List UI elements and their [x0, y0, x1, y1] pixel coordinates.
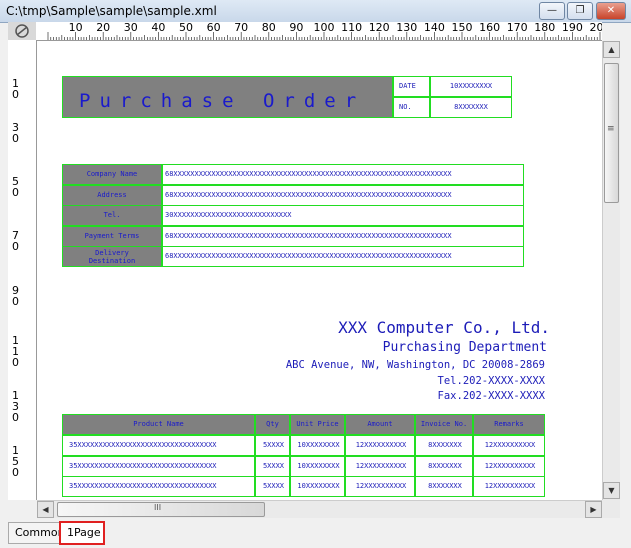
ruler-label: 150	[451, 22, 473, 34]
table-cell[interactable]: 12XXXXXXXXXX	[345, 455, 415, 477]
ruler-label: 200	[589, 22, 603, 34]
scroll-corner	[602, 500, 620, 518]
date-label: DATE	[393, 76, 430, 97]
vertical-scroll-thumb[interactable]: ≡	[604, 63, 619, 203]
document-title: Purchase Order	[79, 90, 366, 112]
table-cell[interactable]: 35XXXXXXXXXXXXXXXXXXXXXXXXXXXXXXXXX	[62, 435, 255, 456]
ruler-label: 170	[506, 22, 528, 34]
scroll-right-button[interactable]: ▶	[585, 501, 602, 518]
ruler-label: 140	[423, 22, 445, 34]
info-label: Address	[62, 184, 162, 206]
ruler-corner	[8, 22, 37, 41]
table-header-cell: Qty	[255, 414, 290, 435]
scroll-down-button[interactable]: ▼	[603, 482, 620, 499]
horizontal-ruler: 10 20 30 40 50 60 70 80 90 100 110 120 130 140 150 160 1…	[36, 22, 602, 41]
thumb-grip-icon: ≡	[607, 124, 615, 134]
company-fax: Fax.202-XXXX-XXXX	[437, 390, 545, 402]
company-address: ABC Avenue, NW, Washington, DC 20008-286…	[285, 359, 545, 371]
ruler-label: 20	[96, 22, 111, 34]
ruler-label: 9 0	[12, 284, 19, 308]
ruler-label: 90	[289, 22, 304, 34]
table-cell[interactable]: 12XXXXXXXXXX	[473, 435, 545, 456]
ruler-label: 50	[179, 22, 193, 34]
info-value[interactable]: 30XXXXXXXXXXXXXXXXXXXXXXXXXXXX	[162, 205, 524, 226]
horizontal-scroll-thumb[interactable]: III	[57, 502, 265, 517]
info-value[interactable]: 68XXXXXXXXXXXXXXXXXXXXXXXXXXXXXXXXXXXXXX…	[162, 246, 524, 267]
ruler-label: 130	[396, 22, 418, 34]
table-cell[interactable]: 10XXXXXXXX	[290, 435, 345, 456]
scroll-up-button[interactable]: ▲	[603, 41, 620, 58]
info-label: Tel.	[62, 205, 162, 226]
table-cell[interactable]: 5XXXX	[255, 476, 290, 497]
table-cell[interactable]: 10XXXXXXXX	[290, 455, 345, 477]
ruler-label: 30	[123, 22, 138, 34]
ruler-label: 3 0	[12, 121, 19, 145]
ruler-unit-icon	[15, 24, 29, 38]
company-department: Purchasing Department	[382, 340, 547, 355]
company-tel: Tel.202-XXXX-XXXX	[437, 375, 545, 387]
info-value[interactable]: 68XXXXXXXXXXXXXXXXXXXXXXXXXXXXXXXXXXXXXX…	[162, 225, 524, 247]
ruler-label: 1 5 0	[12, 444, 19, 479]
table-cell[interactable]: 8XXXXXXX	[415, 435, 473, 456]
table-cell[interactable]: 5XXXX	[255, 435, 290, 456]
ruler-label: 1 3 0	[12, 389, 19, 424]
table-cell[interactable]: 12XXXXXXXXXX	[473, 455, 545, 477]
info-value[interactable]: 68XXXXXXXXXXXXXXXXXXXXXXXXXXXXXXXXXXXXXX…	[162, 164, 524, 185]
ruler-label: 7 0	[12, 229, 19, 253]
info-label: Payment Terms	[62, 225, 162, 247]
info-label: Delivery Destination	[62, 246, 162, 267]
ruler-label: 5 0	[12, 175, 19, 199]
table-cell[interactable]: 5XXXX	[255, 455, 290, 477]
info-value[interactable]: 68XXXXXXXXXXXXXXXXXXXXXXXXXXXXXXXXXXXXXX…	[162, 184, 524, 206]
table-cell[interactable]: 8XXXXXXX	[415, 476, 473, 497]
window-titlebar: C:\tmp\Sample\sample\sample.xml — ❐ ✕	[0, 0, 631, 23]
vertical-scrollbar[interactable]: ▲ ≡ ▼	[602, 41, 620, 500]
ruler-label: 1 0	[12, 77, 19, 101]
table-cell[interactable]: 10XXXXXXXX	[290, 476, 345, 497]
title-cell[interactable]: Purchase Order	[62, 76, 393, 118]
window-title: C:\tmp\Sample\sample\sample.xml	[6, 4, 217, 18]
ruler-label: 1 1 0	[12, 334, 19, 369]
table-header-cell: Unit Price	[290, 414, 345, 435]
ruler-label: 180	[534, 22, 556, 34]
table-header-cell: Remarks	[473, 414, 545, 435]
ruler-label: 10	[68, 22, 83, 34]
close-button[interactable]: ✕	[596, 2, 626, 20]
horizontal-scrollbar[interactable]: ◀ III ▶	[37, 500, 602, 518]
table-cell[interactable]: 12XXXXXXXXXX	[473, 476, 545, 497]
ruler-label: 70	[234, 22, 249, 34]
ruler-label: 110	[341, 22, 363, 34]
vertical-ruler: 1 0 3 0 5 0 7 0 9 0 1 1 0 1 3 0 1 5 0	[8, 40, 37, 500]
tab-1page[interactable]: 1Page	[59, 521, 105, 545]
ruler-label: 40	[151, 22, 166, 34]
ruler-label: 190	[561, 22, 583, 34]
scroll-left-button[interactable]: ◀	[37, 501, 54, 518]
table-cell[interactable]: 35XXXXXXXXXXXXXXXXXXXXXXXXXXXXXXXXX	[62, 476, 255, 497]
company-name: XXX Computer Co., Ltd.	[338, 318, 550, 337]
info-label: Company Name	[62, 164, 162, 185]
table-header-cell: Product Name	[62, 414, 255, 435]
table-header-cell: Invoice No.	[415, 414, 473, 435]
no-value[interactable]: 8XXXXXXX	[430, 97, 512, 118]
hthumb-grip-icon: III	[154, 503, 162, 512]
ruler-label: 120	[368, 22, 390, 34]
minimize-button[interactable]: —	[539, 2, 565, 20]
ruler-label: 60	[206, 22, 221, 34]
table-cell[interactable]: 35XXXXXXXXXXXXXXXXXXXXXXXXXXXXXXXXX	[62, 455, 255, 477]
maximize-button[interactable]: ❐	[567, 2, 593, 20]
no-label: NO.	[393, 97, 430, 118]
table-cell[interactable]: 12XXXXXXXXXX	[345, 476, 415, 497]
table-cell[interactable]: 12XXXXXXXXXX	[345, 435, 415, 456]
table-cell[interactable]: 8XXXXXXX	[415, 455, 473, 477]
sheet-tabs: Common 1Page	[8, 520, 631, 548]
date-value[interactable]: 10XXXXXXXX	[430, 76, 512, 97]
ruler-label: 160	[479, 22, 501, 34]
document-canvas[interactable]: Purchase Order DATE 10XXXXXXXX NO. 8XXXX…	[37, 41, 602, 500]
table-header-cell: Amount	[345, 414, 415, 435]
ruler-label: 100	[313, 22, 335, 34]
ruler-label: 80	[261, 22, 276, 34]
